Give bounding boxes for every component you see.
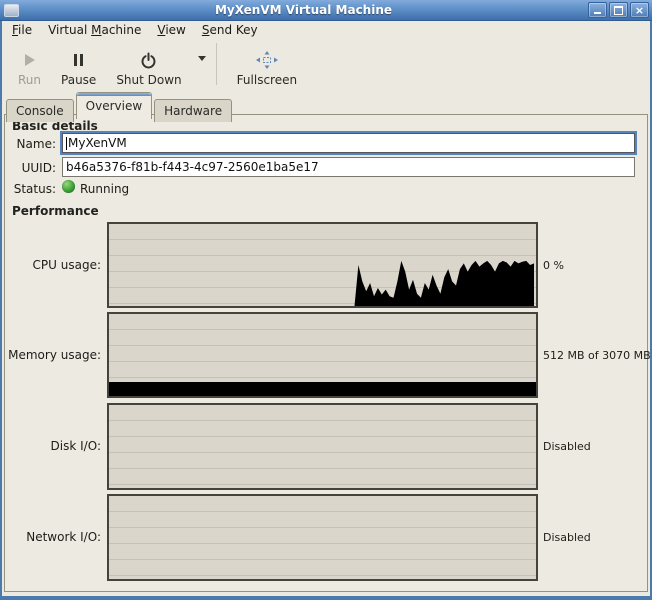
cpu-usage-label: CPU usage: xyxy=(2,258,101,272)
tab-console[interactable]: Console xyxy=(6,99,74,122)
uuid-label: UUID: xyxy=(2,161,56,175)
run-button-label: Run xyxy=(18,73,41,87)
uuid-input-value: b46a5376-f81b-f443-4c97-2560e1ba5e17 xyxy=(66,160,319,174)
fullscreen-button-label: Fullscreen xyxy=(237,73,297,87)
toolbar: Run Pause Shut Down xyxy=(2,39,650,91)
memory-usage-label: Memory usage: xyxy=(2,348,101,362)
name-label: Name: xyxy=(2,137,56,151)
name-input-value: MyXenVM xyxy=(68,136,127,150)
tab-overview[interactable]: Overview xyxy=(76,92,153,119)
menubar: FileVirtual MachineViewSend Key xyxy=(2,20,650,39)
name-input[interactable]: MyXenVM xyxy=(62,133,635,153)
shutdown-button-label: Shut Down xyxy=(116,73,181,87)
shutdown-button[interactable]: Shut Down xyxy=(106,39,191,91)
memory-usage-value: 512 MB of 3070 MB xyxy=(543,349,651,362)
disk-io-chart xyxy=(107,403,538,490)
window-title: MyXenVM Virtual Machine xyxy=(19,3,588,17)
fullscreen-button[interactable]: Fullscreen xyxy=(227,39,307,91)
close-icon: × xyxy=(635,5,644,16)
status-running-icon xyxy=(62,180,75,193)
cpu-usage-value: 0 % xyxy=(543,259,564,272)
minimize-button[interactable] xyxy=(588,2,607,18)
disk-io-value: Disabled xyxy=(543,440,591,453)
run-button[interactable]: Run xyxy=(8,39,51,91)
app-icon xyxy=(4,4,19,17)
maximize-icon xyxy=(614,6,623,15)
minimize-icon xyxy=(594,12,601,14)
status-label: Status: xyxy=(2,182,56,196)
pause-button-label: Pause xyxy=(61,73,96,87)
network-io-chart xyxy=(107,494,538,581)
pause-icon xyxy=(74,54,83,66)
tab-hardware[interactable]: Hardware xyxy=(154,99,232,122)
tab-bar: ConsoleOverviewHardware xyxy=(6,92,234,119)
memory-usage-chart xyxy=(107,312,538,398)
network-io-value: Disabled xyxy=(543,531,591,544)
disk-io-label: Disk I/O: xyxy=(2,439,101,453)
chevron-down-icon xyxy=(198,56,206,61)
cpu-usage-sparkline xyxy=(109,224,536,306)
toolbar-separator xyxy=(216,43,217,85)
menu-item-file[interactable]: File xyxy=(4,21,40,39)
close-button[interactable]: × xyxy=(630,2,649,18)
menu-item-view[interactable]: View xyxy=(149,21,193,39)
memory-usage-bar xyxy=(109,382,536,396)
power-icon xyxy=(140,52,157,69)
status-value: Running xyxy=(80,182,129,196)
fullscreen-icon xyxy=(256,51,278,69)
pause-button[interactable]: Pause xyxy=(51,39,106,91)
window-client-area: FileVirtual MachineViewSend Key Run Paus… xyxy=(2,20,650,596)
network-io-label: Network I/O: xyxy=(2,530,101,544)
maximize-button[interactable] xyxy=(609,2,628,18)
shutdown-dropdown-button[interactable] xyxy=(192,25,212,91)
cpu-usage-chart xyxy=(107,222,538,308)
menu-item-virtual-machine[interactable]: Virtual Machine xyxy=(40,21,149,39)
titlebar[interactable]: MyXenVM Virtual Machine × xyxy=(0,0,652,21)
performance-heading: Performance xyxy=(12,204,99,218)
text-caret xyxy=(66,137,67,150)
run-play-icon xyxy=(25,54,35,66)
uuid-input[interactable]: b46a5376-f81b-f443-4c97-2560e1ba5e17 xyxy=(62,157,635,177)
